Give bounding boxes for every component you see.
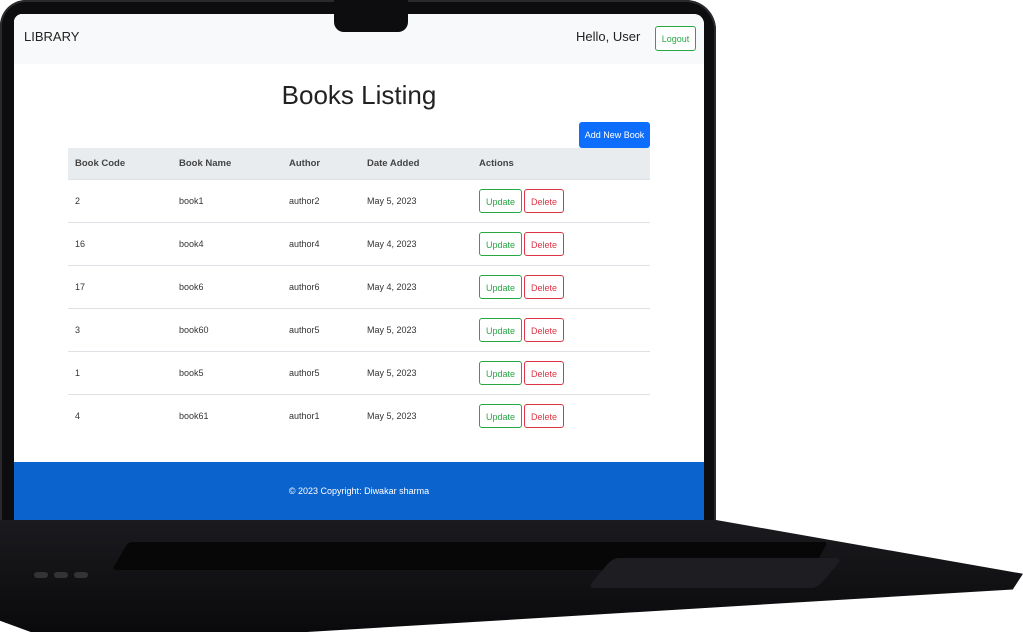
cell-actions: Update Delete <box>472 394 650 437</box>
delete-button[interactable]: Delete <box>524 361 565 385</box>
laptop-lid: LIBRARY Hello, User Logout Books Listing… <box>0 0 716 578</box>
table-header-row: Book Code Book Name Author Date Added Ac… <box>68 148 650 180</box>
cell-author: author6 <box>282 265 360 309</box>
books-table: Book Code Book Name Author Date Added Ac… <box>68 148 650 437</box>
cell-date-added: May 4, 2023 <box>360 265 472 309</box>
delete-button[interactable]: Delete <box>524 189 565 213</box>
table-row: 2 book1 author2 May 5, 2023 Update Delete <box>68 179 650 223</box>
ports <box>34 572 88 578</box>
cell-book-code: 2 <box>68 179 172 223</box>
update-button[interactable]: Update <box>479 189 523 213</box>
add-new-book-button[interactable]: Add New Book <box>579 122 650 148</box>
cell-book-code: 4 <box>68 394 172 437</box>
update-button[interactable]: Update <box>479 404 523 428</box>
update-button[interactable]: Update <box>479 275 523 299</box>
brand-link[interactable]: LIBRARY <box>24 29 79 44</box>
cell-date-added: May 5, 2023 <box>360 179 472 223</box>
header-author: Author <box>289 158 321 169</box>
trackpad <box>587 558 843 588</box>
page-title: Books Listing <box>281 80 437 110</box>
cell-date-added: May 4, 2023 <box>360 222 472 266</box>
footer: © 2023 Copyright: Diwakar sharma <box>14 462 704 520</box>
cell-author: author2 <box>282 179 360 223</box>
cell-date-added: May 5, 2023 <box>360 351 472 395</box>
base-shape <box>0 520 1023 632</box>
cell-date-added: May 5, 2023 <box>360 394 472 437</box>
cell-book-name: book60 <box>172 308 282 352</box>
footer-copyright: © 2023 Copyright: Diwakar sharma <box>288 486 430 496</box>
cell-actions: Update Delete <box>472 179 650 223</box>
logout-button[interactable]: Logout <box>655 26 696 51</box>
cell-book-name: book61 <box>172 394 282 437</box>
cell-actions: Update Delete <box>472 265 650 309</box>
delete-button[interactable]: Delete <box>524 404 565 428</box>
cell-actions: Update Delete <box>472 222 650 266</box>
cell-book-code: 1 <box>68 351 172 395</box>
user-greeting: Hello, User <box>576 29 641 44</box>
table-row: 4 book61 author1 May 5, 2023 Update Delete <box>68 394 650 437</box>
cell-author: author5 <box>282 351 360 395</box>
laptop-base <box>0 520 1023 632</box>
cell-book-name: book5 <box>172 351 282 395</box>
camera-notch <box>334 0 408 32</box>
delete-button[interactable]: Delete <box>524 318 565 342</box>
cell-book-name: book6 <box>172 265 282 309</box>
screen: LIBRARY Hello, User Logout Books Listing… <box>14 14 704 520</box>
table-row: 17 book6 author6 May 4, 2023 Update Delete <box>68 265 650 309</box>
cell-book-code: 17 <box>68 265 172 309</box>
update-button[interactable]: Update <box>479 318 523 342</box>
update-button[interactable]: Update <box>479 361 523 385</box>
cell-date-added: May 5, 2023 <box>360 308 472 352</box>
header-actions: Actions <box>479 158 514 169</box>
delete-button[interactable]: Delete <box>524 275 565 299</box>
cell-actions: Update Delete <box>472 308 650 352</box>
table-row: 16 book4 author4 May 4, 2023 Update Delete <box>68 222 650 266</box>
cell-author: author4 <box>282 222 360 266</box>
cell-book-name: book4 <box>172 222 282 266</box>
table-row: 1 book5 author5 May 5, 2023 Update Delete <box>68 351 650 395</box>
header-book-code: Book Code <box>75 158 126 169</box>
cell-author: author5 <box>282 308 360 352</box>
cell-book-name: book1 <box>172 179 282 223</box>
cell-author: author1 <box>282 394 360 437</box>
header-date-added: Date Added <box>367 158 420 169</box>
header-book-name: Book Name <box>179 158 232 169</box>
cell-actions: Update Delete <box>472 351 650 395</box>
update-button[interactable]: Update <box>479 232 523 256</box>
delete-button[interactable]: Delete <box>524 232 565 256</box>
cell-book-code: 3 <box>68 308 172 352</box>
table-row: 3 book60 author5 May 5, 2023 Update Delete <box>68 308 650 352</box>
cell-book-code: 16 <box>68 222 172 266</box>
